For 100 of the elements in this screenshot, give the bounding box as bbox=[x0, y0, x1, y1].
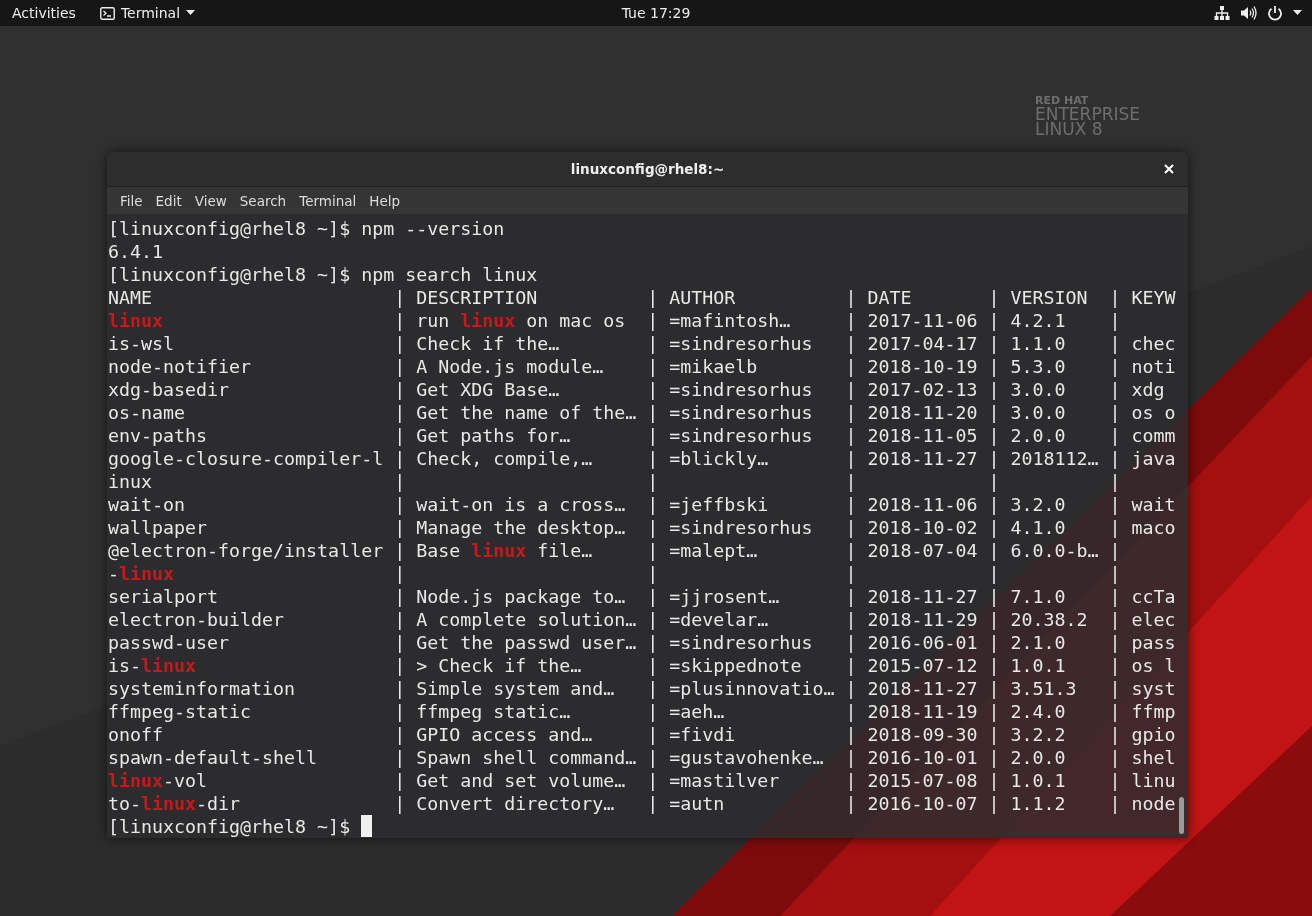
activities-button[interactable]: Activities bbox=[12, 5, 76, 21]
table-cell-text: | Get the name of the… bbox=[394, 401, 638, 424]
table-cell-text: | 2018112… bbox=[988, 447, 1100, 470]
table-cell-text: | =autn bbox=[647, 792, 726, 815]
table-cell-text: | ffmpeg static… bbox=[394, 700, 572, 723]
table-cell-text: | 2015-07-08 bbox=[845, 769, 979, 792]
brand-text: ENTERPRISE bbox=[1035, 107, 1140, 122]
table-cell-text: electron-builder bbox=[108, 608, 286, 631]
table-cell-text: | Manage the desktop… bbox=[394, 516, 627, 539]
table-cell-text: | bbox=[845, 470, 858, 493]
menu-item[interactable]: Edit bbox=[150, 190, 187, 211]
terminal-line: [linuxconfig@rhel8 ~]$ npm search linux bbox=[108, 263, 538, 286]
table-cell-text: | 1.1.0 bbox=[988, 332, 1067, 355]
close-icon[interactable] bbox=[1164, 164, 1174, 174]
power-icon[interactable] bbox=[1267, 5, 1283, 21]
table-cell-text: | bbox=[845, 562, 858, 585]
table-cell-text: | A Node.js module… bbox=[394, 355, 605, 378]
table-cell-text: | run linux on mac os bbox=[394, 309, 627, 332]
table-cell-text: | =mikaelb bbox=[647, 355, 759, 378]
menu-item[interactable]: Search bbox=[234, 190, 292, 211]
table-cell-text: | =mafintosh… bbox=[647, 309, 792, 332]
scrollbar[interactable] bbox=[1179, 797, 1184, 834]
table-cell: | linu bbox=[1109, 769, 1176, 792]
table-cell-text: | =sindresorhus bbox=[647, 516, 814, 539]
table-cell-text: | 7.1.0 bbox=[988, 585, 1067, 608]
table-cell-text: | =jjrosent… bbox=[647, 585, 781, 608]
table-cell-text: @electron-forge/installer bbox=[108, 539, 385, 562]
table-cell-text: | 2018-11-06 bbox=[845, 493, 979, 516]
table-cell-text: | 2018-11-27 bbox=[845, 585, 979, 608]
table-cell: | os o bbox=[1109, 401, 1176, 424]
network-icon[interactable] bbox=[1214, 5, 1230, 21]
table-cell-text: | 2017-04-17 bbox=[845, 332, 979, 355]
table-cell-text: systeminformation bbox=[108, 677, 297, 700]
table-cell-text: | > Check if the… bbox=[394, 654, 583, 677]
table-cell-text: | 2016-10-01 bbox=[845, 746, 979, 769]
table-cell-text: | 2016-10-07 bbox=[845, 792, 979, 815]
table-cell-text: | =sindresorhus bbox=[647, 424, 814, 447]
window-title: linuxconfig@rhel8:~ bbox=[570, 161, 725, 177]
menu-item[interactable]: Terminal bbox=[294, 190, 362, 211]
table-cell-text: | 6.0.0-b… bbox=[988, 539, 1100, 562]
menu-item[interactable]: View bbox=[189, 190, 232, 211]
table-cell-text: | 2018-10-19 bbox=[845, 355, 979, 378]
table-cell-text: | =mastilver bbox=[647, 769, 781, 792]
table-cell-text: | 1.1.2 bbox=[988, 792, 1067, 815]
table-cell-text: | GPIO access and… bbox=[394, 723, 594, 746]
clock[interactable]: Tue 17:29 bbox=[621, 5, 691, 21]
table-cell-text: | Get XDG Base… bbox=[394, 378, 561, 401]
caret-icon[interactable] bbox=[1293, 10, 1302, 16]
table-cell-text: | 2.1.0 bbox=[988, 631, 1067, 654]
table-cell: | pass bbox=[1109, 631, 1176, 654]
menu-item[interactable]: File bbox=[115, 190, 148, 211]
table-cell: | syst bbox=[1109, 677, 1176, 700]
table-cell-text: | Spawn shell command… bbox=[394, 746, 638, 769]
text-cursor bbox=[361, 815, 373, 837]
app-menu[interactable]: Terminal bbox=[99, 5, 196, 21]
table-cell-text: spawn-default-shell bbox=[108, 746, 319, 769]
table-cell: | chec bbox=[1109, 332, 1176, 355]
table-cell: | shel bbox=[1109, 746, 1176, 769]
table-cell-text: | 4.2.1 bbox=[988, 309, 1067, 332]
table-cell-text: | wait-on is a cross… bbox=[394, 493, 627, 516]
terminal-line: [linuxconfig@rhel8 ~]$ npm --version bbox=[108, 217, 505, 240]
table-cell-text: linux bbox=[108, 309, 165, 332]
table-cell-text: | =aeh… bbox=[647, 700, 726, 723]
table-cell-text: | =sindresorhus bbox=[647, 401, 814, 424]
table-cell-text: passwd-user bbox=[108, 631, 231, 654]
table-cell-text: | =gustavohenke… bbox=[647, 746, 825, 769]
menu-item[interactable]: Help bbox=[364, 190, 406, 211]
table-cell-text: | 3.0.0 bbox=[988, 401, 1067, 424]
table-cell-text: | DATE bbox=[845, 286, 913, 309]
table-cell-text: | 2018-10-02 bbox=[845, 516, 979, 539]
table-cell-text: wallpaper bbox=[108, 516, 209, 539]
brand-text: RED HAT bbox=[1035, 95, 1090, 107]
table-cell-text: | =sindresorhus bbox=[647, 378, 814, 401]
table-cell-text: | 3.0.0 bbox=[988, 378, 1067, 401]
table-cell: | noti bbox=[1109, 355, 1176, 378]
table-cell-text: | 5.3.0 bbox=[988, 355, 1067, 378]
table-cell-text: | 2018-11-27 bbox=[845, 677, 979, 700]
table-cell: | elec bbox=[1109, 608, 1176, 631]
table-cell-text: | 2.0.0 bbox=[988, 746, 1067, 769]
table-cell-text: | 2018-11-29 bbox=[845, 608, 979, 631]
table-cell-text: | Check, compile,… bbox=[394, 447, 594, 470]
table-cell-text: | 2016-06-01 bbox=[845, 631, 979, 654]
table-cell-text: | Get the passwd user… bbox=[394, 631, 638, 654]
volume-icon[interactable] bbox=[1240, 5, 1257, 21]
table-cell: | wait bbox=[1109, 493, 1176, 516]
table-cell-text: | bbox=[647, 562, 660, 585]
table-cell-text: | 2018-07-04 bbox=[845, 539, 979, 562]
table-cell-text: | =develar… bbox=[647, 608, 770, 631]
table-cell: | bbox=[1109, 470, 1121, 493]
table-cell-text: | bbox=[988, 562, 1001, 585]
table-cell-text: | =blickly… bbox=[647, 447, 770, 470]
table-cell-text: | 2018-09-30 bbox=[845, 723, 979, 746]
table-cell: | os l bbox=[1109, 654, 1176, 677]
caret-icon bbox=[186, 10, 196, 16]
table-cell-text: | AUTHOR bbox=[647, 286, 737, 309]
table-cell: | KEYW bbox=[1109, 286, 1176, 309]
table-cell: | bbox=[1109, 309, 1121, 332]
table-cell: | bbox=[1109, 539, 1121, 562]
terminal-line: [linuxconfig@rhel8 ~]$ bbox=[108, 815, 352, 838]
table-cell: | ffmp bbox=[1109, 700, 1176, 723]
